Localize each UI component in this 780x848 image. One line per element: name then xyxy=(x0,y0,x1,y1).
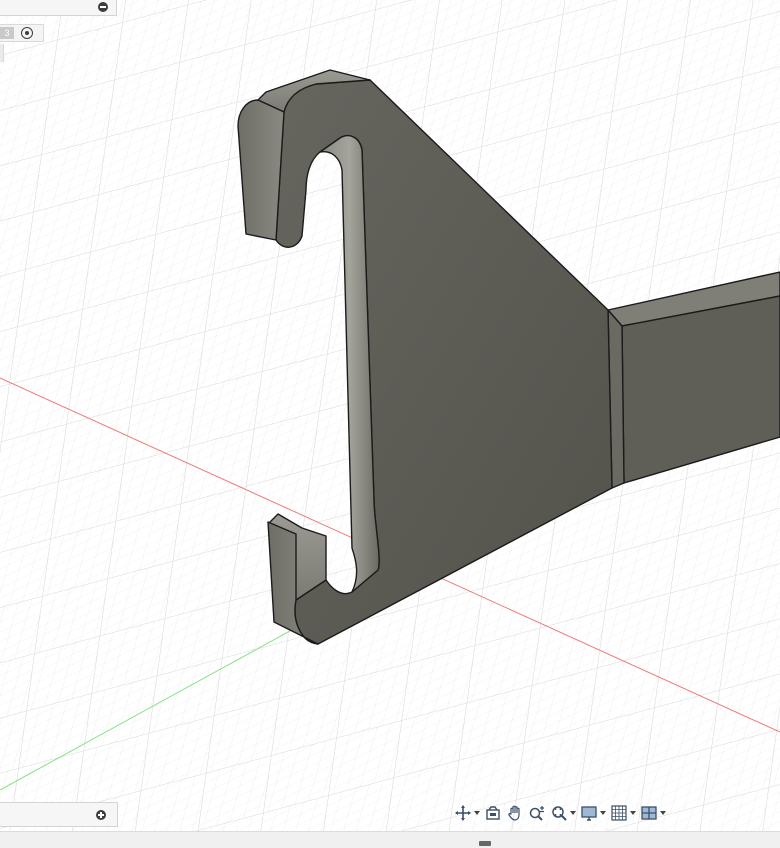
comments-panel-header xyxy=(0,802,118,827)
zoom-icon xyxy=(529,806,544,821)
top-hook-side-face xyxy=(237,99,285,241)
viewports-icon xyxy=(641,806,657,820)
monitor-icon xyxy=(581,806,597,821)
fit-zoom-icon xyxy=(552,806,567,821)
pan-tool[interactable] xyxy=(506,801,524,825)
drag-handle[interactable] xyxy=(479,841,491,846)
chevron-down-icon[interactable] xyxy=(570,811,576,815)
view-value-field[interactable]: 3 xyxy=(0,27,14,39)
bottom-strip xyxy=(0,831,780,848)
panel-tab[interactable] xyxy=(0,44,4,62)
target-radio-icon[interactable] xyxy=(21,27,33,39)
display-settings[interactable] xyxy=(580,801,606,825)
browser-panel-header xyxy=(0,0,117,16)
view-controls: 3 xyxy=(0,24,44,42)
grid-settings[interactable] xyxy=(610,801,636,825)
3d-viewport[interactable] xyxy=(0,0,780,847)
plus-circle-icon[interactable] xyxy=(96,810,106,820)
navigation-toolbar xyxy=(454,800,666,826)
look-at-icon xyxy=(486,806,500,820)
viewports[interactable] xyxy=(640,801,666,825)
chevron-down-icon[interactable] xyxy=(630,811,636,815)
chevron-down-icon[interactable] xyxy=(474,811,480,815)
minus-circle-icon[interactable] xyxy=(98,2,108,12)
orbit-tool[interactable] xyxy=(454,801,480,825)
fit-tool[interactable] xyxy=(550,801,576,825)
look-at-tool[interactable] xyxy=(484,801,502,825)
zoom-tool[interactable] xyxy=(528,801,546,825)
orbit-icon xyxy=(455,805,471,821)
model-canvas[interactable] xyxy=(0,0,780,847)
grid-icon xyxy=(611,805,627,821)
hand-icon xyxy=(508,805,520,821)
chevron-down-icon[interactable] xyxy=(660,811,666,815)
chevron-down-icon[interactable] xyxy=(600,811,606,815)
